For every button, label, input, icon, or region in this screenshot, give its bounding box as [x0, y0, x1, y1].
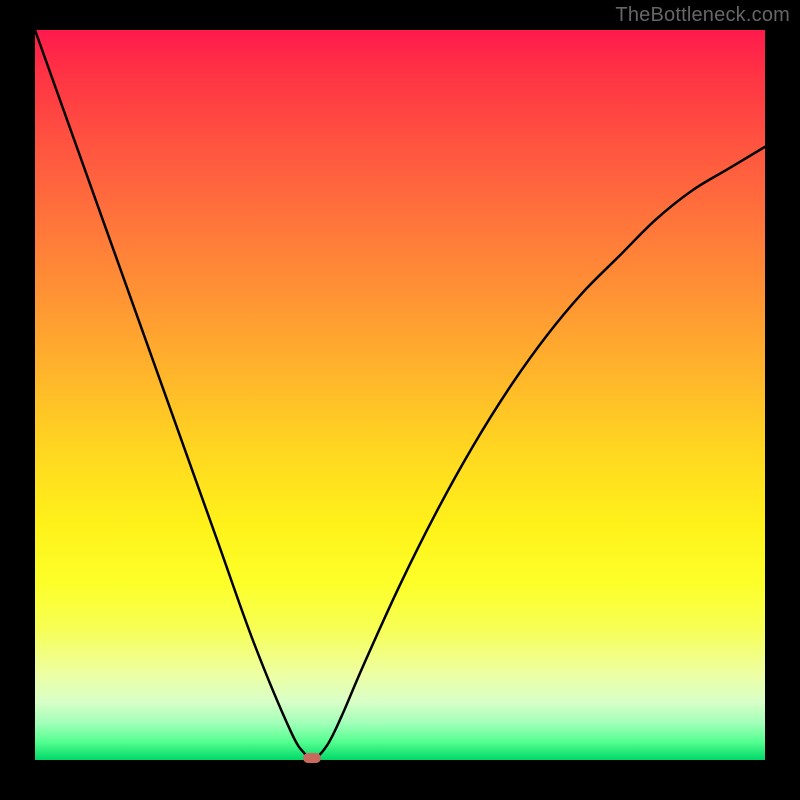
- bottleneck-curve: [35, 30, 765, 760]
- chart-plot-area: [35, 30, 765, 760]
- watermark-text: TheBottleneck.com: [615, 4, 790, 27]
- minimum-marker: [303, 753, 321, 763]
